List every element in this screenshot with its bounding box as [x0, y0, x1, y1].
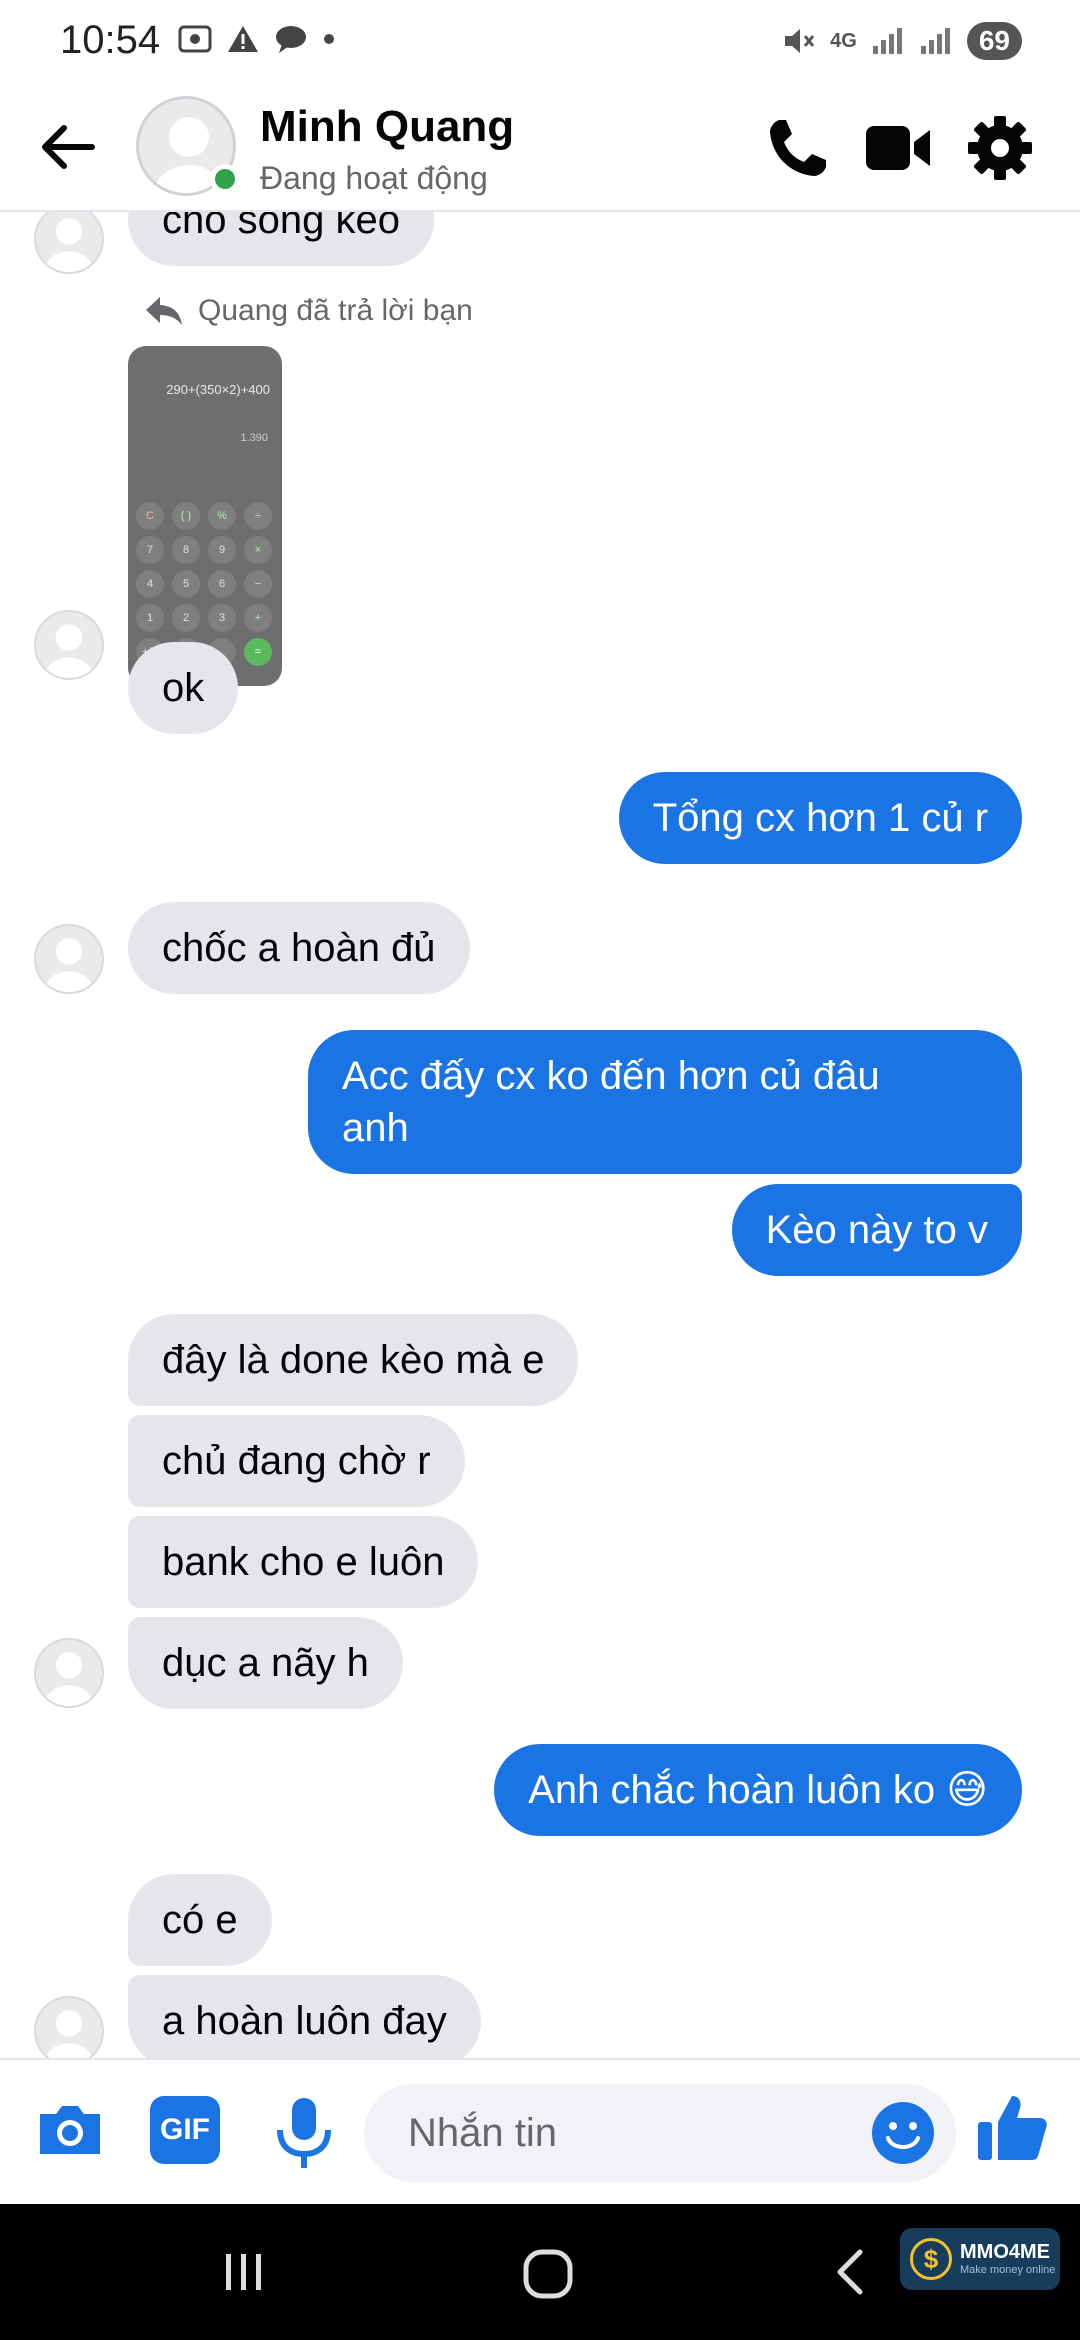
message-incoming[interactable]: dục a nãy h [128, 1617, 403, 1709]
battery-level: 69 [966, 22, 1022, 60]
default-avatar-icon [44, 624, 94, 678]
calculator-key: × [244, 536, 272, 564]
calculator-expression: 290+(350×2)+400 [166, 382, 270, 397]
screenshot-icon [178, 25, 212, 53]
message-outgoing[interactable]: Anh chắc hoàn luôn ko 😅 [494, 1744, 1022, 1836]
signal-icon [872, 28, 902, 54]
avatar[interactable] [34, 1996, 104, 2058]
calculator-key: 9 [208, 536, 236, 564]
message-incoming[interactable]: a hoàn luôn đay [128, 1975, 481, 2058]
watermark-title: MMO4ME [960, 2241, 1050, 2263]
network-label: 4G [830, 29, 857, 52]
message-outgoing[interactable]: Tổng cx hơn 1 củ r [618, 772, 1022, 864]
chat-notification-icon [276, 26, 306, 53]
calculator-result: 1.390 [240, 432, 268, 444]
calculator-key: 5 [172, 570, 200, 598]
calculator-key: 3 [208, 604, 236, 632]
message-incoming[interactable]: ok [128, 642, 239, 734]
message-composer: GIF [0, 2058, 1080, 2204]
like-icon[interactable] [974, 2090, 1050, 2166]
back-icon[interactable] [826, 2246, 878, 2298]
default-avatar-icon [45, 2010, 93, 2058]
microphone-icon[interactable] [268, 2094, 340, 2174]
message-outgoing[interactable]: Kèo này to v [731, 1184, 1022, 1276]
message-incoming[interactable]: bank cho e luôn [128, 1516, 479, 1608]
watermark-logo: $ MMO4ME Make money online [900, 2228, 1060, 2290]
back-arrow-icon[interactable] [34, 114, 100, 180]
calculator-key: 6 [208, 570, 236, 598]
default-avatar-icon [44, 938, 94, 992]
recent-apps-icon[interactable] [218, 2246, 270, 2298]
message-outgoing[interactable]: Acc đấy cx ko đến hơn củ đâu anh [308, 1030, 1022, 1174]
message-thread[interactable]: cho sống kèo Quang đã trả lời bạn 290+(3… [0, 212, 1080, 2058]
calculator-key: + [244, 604, 272, 632]
image-attachment[interactable]: 290+(350×2)+400 1.390 C ( ) % ÷ 7 8 9 × … [128, 346, 282, 686]
status-time: 10:54 [60, 18, 161, 62]
phone-icon[interactable] [762, 112, 834, 184]
calculator-key: ( ) [172, 502, 200, 530]
message-incoming[interactable]: đây là done kèo mà e [128, 1314, 579, 1406]
gif-icon[interactable]: GIF [150, 2096, 220, 2164]
calculator-key: 1 [136, 604, 164, 632]
calculator-key: − [244, 570, 272, 598]
avatar[interactable] [34, 1638, 104, 1708]
signal-icon [920, 28, 950, 54]
contact-status: Đang hoạt động [260, 160, 488, 196]
default-avatar-icon [44, 218, 94, 272]
emoji-icon[interactable] [870, 2100, 936, 2166]
chat-header: Minh Quang Đang hoạt động [0, 84, 1080, 212]
reply-icon [146, 297, 182, 325]
avatar[interactable] [34, 212, 104, 274]
home-icon[interactable] [520, 2246, 576, 2302]
camera-icon[interactable] [34, 2094, 106, 2166]
status-bar: 10:54 4G 69 [0, 0, 1080, 84]
warning-icon [228, 26, 258, 52]
calculator-keypad: C ( ) % ÷ 7 8 9 × 4 5 6 − 1 2 3 + +/− 0 … [136, 502, 272, 666]
calculator-key: 2 [172, 604, 200, 632]
message-incoming[interactable]: cho sống kèo [128, 212, 434, 266]
calculator-key: % [208, 502, 236, 530]
gear-icon[interactable] [964, 112, 1036, 184]
message-incoming[interactable]: chủ đang chờ r [128, 1415, 465, 1507]
calculator-key: C [136, 502, 164, 530]
dollar-icon: $ [910, 2238, 952, 2280]
message-input[interactable] [364, 2084, 956, 2182]
message-incoming[interactable]: chốc a hoàn đủ [128, 902, 470, 994]
reply-note: Quang đã trả lời bạn [144, 294, 473, 328]
calculator-key: 7 [136, 536, 164, 564]
navigation-bar: $ MMO4ME Make money online [0, 2204, 1080, 2340]
calculator-key: 8 [172, 536, 200, 564]
dot-icon [324, 34, 334, 44]
contact-name[interactable]: Minh Quang [260, 102, 514, 152]
video-icon[interactable] [862, 112, 934, 184]
calculator-key: ÷ [244, 502, 272, 530]
calculator-key: = [244, 638, 272, 666]
watermark-subtitle: Make money online [960, 2264, 1056, 2276]
calculator-key: 4 [136, 570, 164, 598]
mute-icon [785, 29, 815, 53]
avatar[interactable] [34, 924, 104, 994]
default-avatar-icon [44, 1652, 94, 1706]
online-indicator [210, 164, 240, 194]
avatar[interactable] [34, 610, 104, 680]
message-incoming[interactable]: có e [128, 1874, 272, 1966]
reply-note-text: Quang đã trả lời bạn [198, 294, 473, 327]
